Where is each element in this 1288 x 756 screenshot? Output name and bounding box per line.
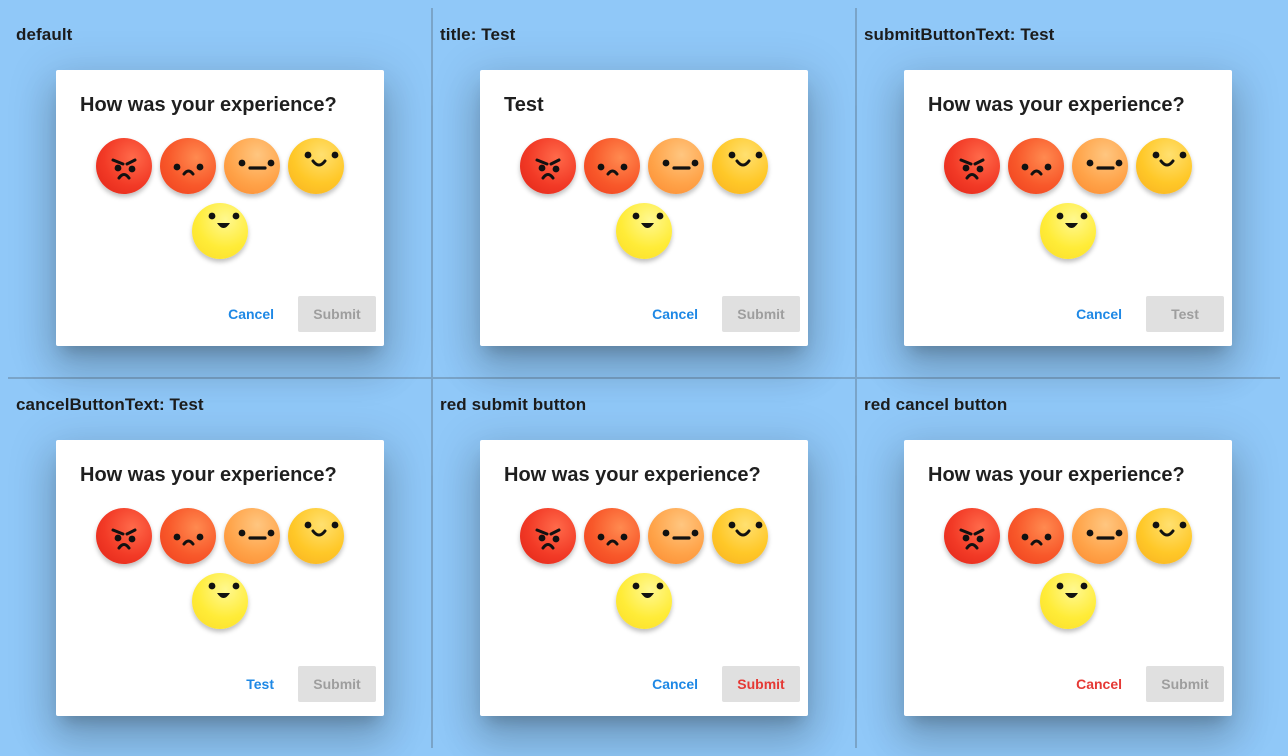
story-red-cancel: red cancel button How was your experience…	[856, 378, 1280, 748]
smiling-face-icon[interactable]	[1136, 138, 1192, 194]
angry-face-icon[interactable]	[520, 138, 576, 194]
cancel-button[interactable]: Cancel	[1068, 296, 1130, 332]
dialog-title: How was your experience?	[504, 464, 761, 486]
story-red-submit: red submit button How was your experience…	[432, 378, 856, 748]
angry-face-icon[interactable]	[96, 138, 152, 194]
sad-face-icon[interactable]	[584, 138, 640, 194]
sad-face-icon[interactable]	[1008, 508, 1064, 564]
neutral-face-icon[interactable]	[1072, 138, 1128, 194]
cancel-button[interactable]: Cancel	[644, 666, 706, 702]
smiling-face-icon[interactable]	[288, 508, 344, 564]
sad-face-icon[interactable]	[160, 138, 216, 194]
sad-face-icon[interactable]	[1008, 138, 1064, 194]
neutral-face-icon[interactable]	[224, 508, 280, 564]
happy-face-icon[interactable]	[616, 203, 672, 259]
rating-dialog: How was your experience? Cancel Submit	[480, 440, 808, 716]
cancel-button[interactable]: Cancel	[220, 296, 282, 332]
sad-face-icon[interactable]	[584, 508, 640, 564]
story-label: red submit button	[440, 395, 587, 414]
happy-face-icon[interactable]	[1040, 573, 1096, 629]
smiling-face-icon[interactable]	[712, 138, 768, 194]
angry-face-icon[interactable]	[944, 138, 1000, 194]
submit-button[interactable]: Test	[1146, 296, 1224, 332]
story-default: default How was your experience? Cancel Sub…	[8, 8, 432, 378]
neutral-face-icon[interactable]	[648, 138, 704, 194]
cancel-button[interactable]: Cancel	[644, 296, 706, 332]
submit-button[interactable]: Submit	[1146, 666, 1224, 702]
story-label: cancelButtonText: Test	[16, 395, 204, 414]
cancel-button[interactable]: Test	[238, 666, 282, 702]
cancel-button[interactable]: Cancel	[1068, 666, 1130, 702]
dialog-title: How was your experience?	[80, 94, 337, 116]
rating-dialog: How was your experience? Cancel Test	[904, 70, 1232, 346]
happy-face-icon[interactable]	[616, 573, 672, 629]
story-grid: default How was your experience? Cancel Sub…	[0, 0, 1288, 756]
rating-dialog: Test Cancel Submit	[480, 70, 808, 346]
story-label: default	[16, 25, 73, 44]
smiling-face-icon[interactable]	[712, 508, 768, 564]
submit-button[interactable]: Submit	[722, 296, 800, 332]
happy-face-icon[interactable]	[192, 573, 248, 629]
dialog-title: How was your experience?	[928, 94, 1185, 116]
story-label: red cancel button	[864, 395, 1008, 414]
happy-face-icon[interactable]	[1040, 203, 1096, 259]
neutral-face-icon[interactable]	[224, 138, 280, 194]
neutral-face-icon[interactable]	[1072, 508, 1128, 564]
story-title-test: title: Test Test Cancel Submit	[432, 8, 856, 378]
smiling-face-icon[interactable]	[288, 138, 344, 194]
story-cancel-text-test: cancelButtonText: Test How was your exper…	[8, 378, 432, 748]
submit-button[interactable]: Submit	[298, 666, 376, 702]
dialog-title: How was your experience?	[80, 464, 337, 486]
angry-face-icon[interactable]	[520, 508, 576, 564]
dialog-title: Test	[504, 94, 544, 116]
rating-dialog: How was your experience? Cancel Submit	[904, 440, 1232, 716]
angry-face-icon[interactable]	[96, 508, 152, 564]
neutral-face-icon[interactable]	[648, 508, 704, 564]
rating-dialog: How was your experience? Test Submit	[56, 440, 384, 716]
sad-face-icon[interactable]	[160, 508, 216, 564]
angry-face-icon[interactable]	[944, 508, 1000, 564]
rating-dialog: How was your experience? Cancel Submit	[56, 70, 384, 346]
submit-button[interactable]: Submit	[722, 666, 800, 702]
smiling-face-icon[interactable]	[1136, 508, 1192, 564]
happy-face-icon[interactable]	[192, 203, 248, 259]
story-label: submitButtonText: Test	[864, 25, 1055, 44]
dialog-title: How was your experience?	[928, 464, 1185, 486]
story-submit-text-test: submitButtonText: Test How was your exper…	[856, 8, 1280, 378]
submit-button[interactable]: Submit	[298, 296, 376, 332]
story-label: title: Test	[440, 25, 516, 44]
